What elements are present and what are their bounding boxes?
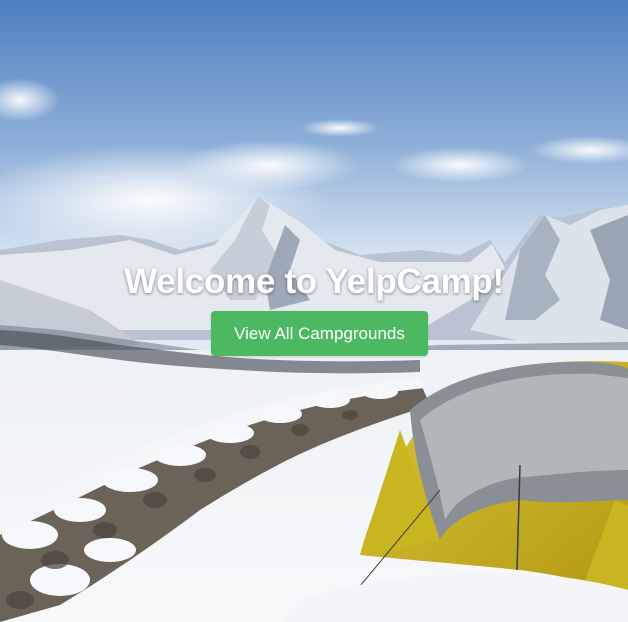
hero-section: Welcome to YelpCamp! View All Campground… bbox=[0, 0, 628, 622]
view-all-campgrounds-button[interactable]: View All Campgrounds bbox=[211, 311, 428, 356]
page-title: Welcome to YelpCamp! bbox=[124, 262, 504, 301]
hero-overlay: Welcome to YelpCamp! View All Campground… bbox=[0, 0, 628, 622]
